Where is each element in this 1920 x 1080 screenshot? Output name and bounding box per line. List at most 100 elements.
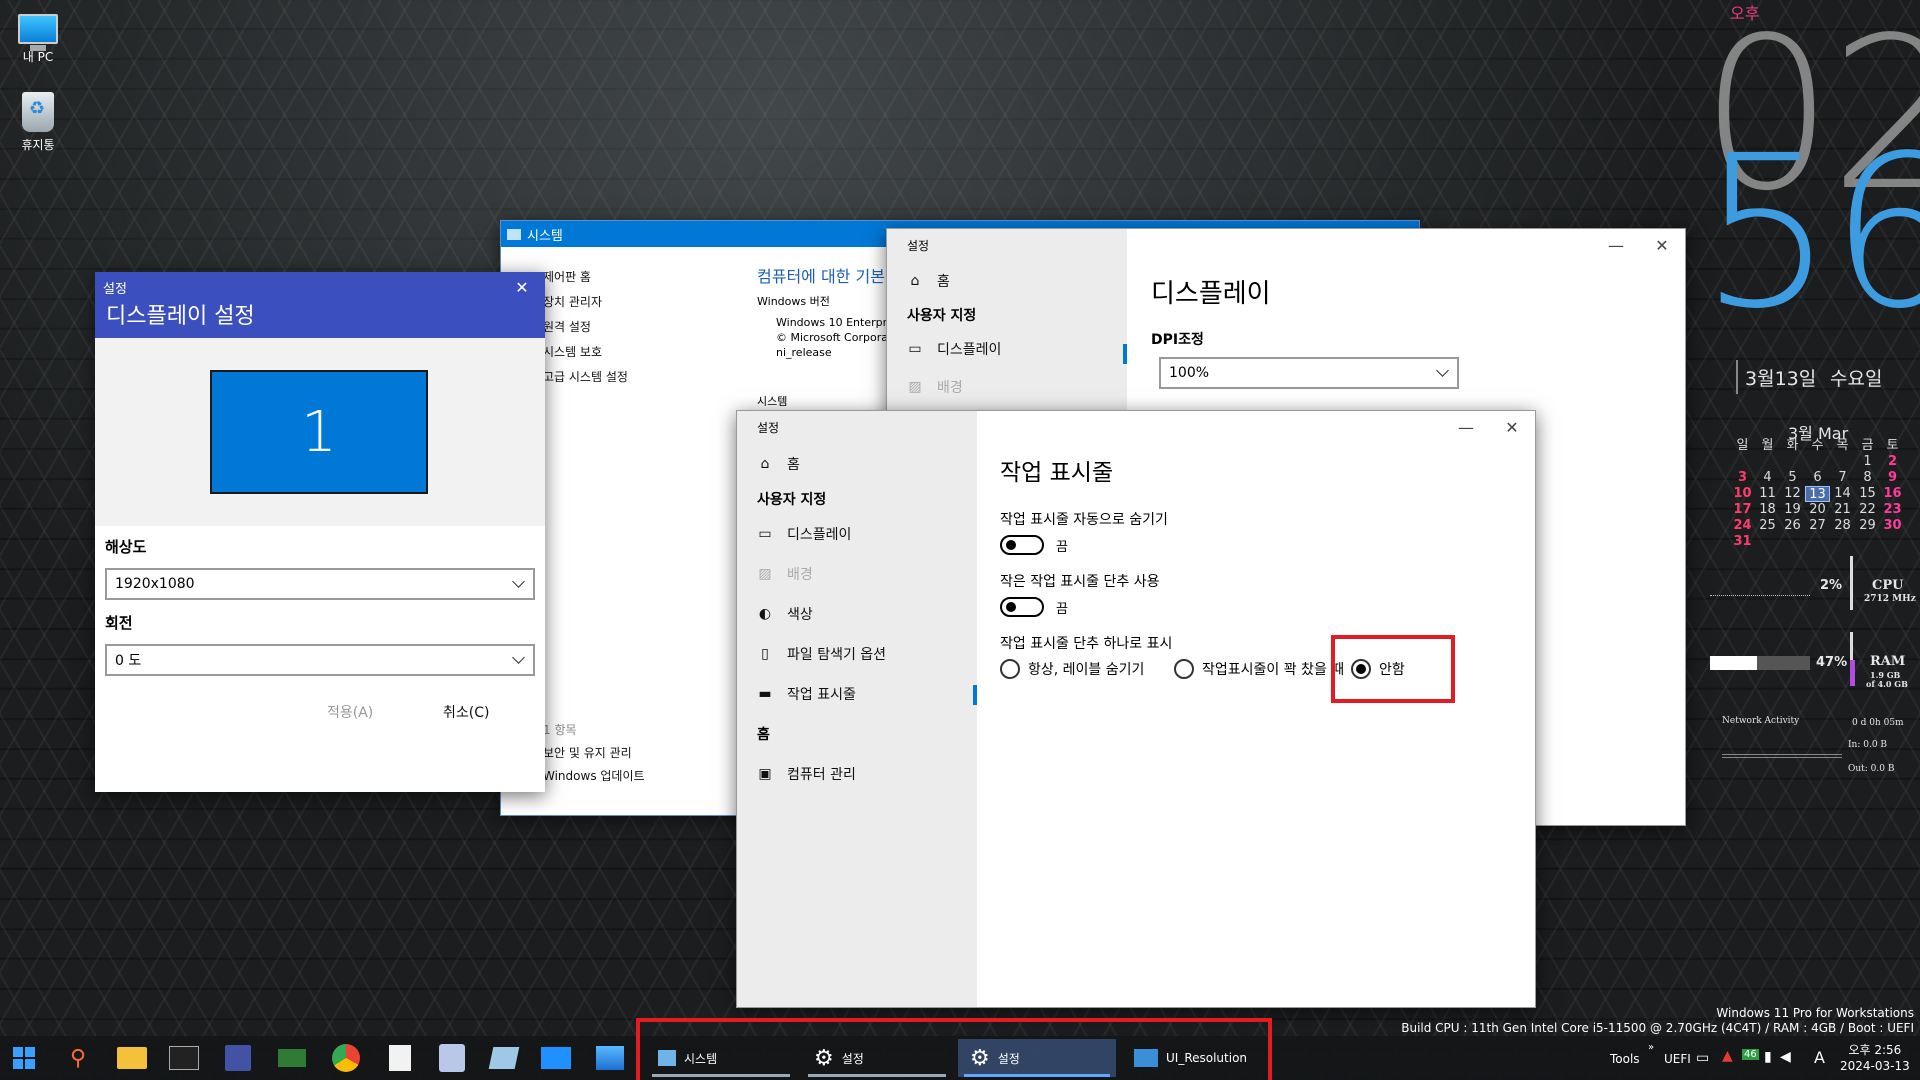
calendar-day[interactable]: 29: [1855, 518, 1880, 534]
tray-chevron-icon[interactable]: »: [1648, 1042, 1654, 1053]
calendar-day[interactable]: 3: [1730, 470, 1755, 486]
search-button[interactable]: ⚲: [62, 1042, 94, 1074]
app-button[interactable]: [540, 1042, 572, 1074]
rotation-dropdown[interactable]: 0 도: [105, 644, 535, 676]
system-nav-link[interactable]: 원격 설정: [543, 315, 628, 340]
app-button[interactable]: [384, 1042, 416, 1074]
uptime: 0 d 0h 05m: [1852, 718, 1904, 728]
calendar-day[interactable]: 31: [1730, 534, 1755, 550]
small-buttons-toggle[interactable]: [1000, 597, 1044, 617]
calendar-day[interactable]: 10: [1730, 486, 1755, 502]
volume-icon[interactable]: ◀: [1780, 1049, 1791, 1065]
system-nav-link[interactable]: 장치 관리자: [543, 290, 628, 315]
sidebar-item-background[interactable]: ▨ 배경: [737, 554, 977, 594]
calendar-grid: 일 월 화 수 목 금 토 1 2 3 4 5 6 7 8 9 10 11 12 13 14 15 16 17 18 19 20 21…: [1730, 438, 1905, 550]
minimize-button[interactable]: —: [1443, 411, 1489, 443]
sidebar-item-file-explorer-options[interactable]: ▯ 파일 탐색기 옵션: [737, 634, 977, 674]
calendar-day[interactable]: 14: [1830, 486, 1855, 502]
display-settings-dialog[interactable]: 설정 ✕ 디스플레이 설정 1 해상도 1920x1080 회전 0 도 적용(…: [95, 272, 545, 792]
desktop-icon-recycle-bin[interactable]: 휴지통: [0, 92, 76, 153]
app-button[interactable]: [488, 1042, 520, 1074]
tray-tools[interactable]: Tools: [1610, 1052, 1640, 1066]
close-button[interactable]: ✕: [499, 272, 545, 302]
calendar-day[interactable]: 18: [1755, 502, 1780, 518]
see-also-link[interactable]: Windows 업데이트: [543, 765, 645, 788]
net-in: In: 0.0 B: [1848, 740, 1888, 750]
calendar-day[interactable]: 12: [1780, 486, 1805, 502]
photos-button[interactable]: [594, 1042, 626, 1074]
autohide-toggle[interactable]: [1000, 535, 1044, 555]
see-also-link[interactable]: 보안 및 유지 관리: [543, 742, 645, 765]
input-language[interactable]: A: [1814, 1048, 1825, 1067]
calendar-day[interactable]: 25: [1755, 518, 1780, 534]
chrome-button[interactable]: [330, 1042, 362, 1074]
calendar-day[interactable]: 15: [1855, 486, 1880, 502]
file-explorer-button[interactable]: [116, 1042, 148, 1074]
sidebar-item-display[interactable]: ▭ 디스플레이: [737, 514, 977, 554]
calendar-day[interactable]: 23: [1880, 502, 1905, 518]
system-nav-link[interactable]: 시스템 보호: [543, 340, 628, 365]
calendar-day[interactable]: 16: [1880, 486, 1905, 502]
monitor-1[interactable]: 1: [210, 370, 428, 494]
dialog-heading: 디스플레이 설정: [95, 302, 545, 338]
dpi-dropdown[interactable]: 100%: [1159, 357, 1459, 389]
combine-option-always[interactable]: 항상, 레이블 숨기기: [1000, 659, 1144, 679]
sidebar-item-home[interactable]: ⌂ 홈: [737, 444, 977, 484]
calendar-day[interactable]: 6: [1805, 470, 1830, 486]
calendar-day[interactable]: 27: [1805, 518, 1830, 534]
network-icon[interactable]: ▭: [1696, 1050, 1709, 1066]
radio-button[interactable]: [1000, 659, 1020, 679]
calendar-day[interactable]: 28: [1830, 518, 1855, 534]
calendar-day[interactable]: 1: [1855, 454, 1880, 470]
sidebar-item-display[interactable]: ▭ 디스플레이: [887, 330, 1127, 368]
calendar-day[interactable]: 30: [1880, 518, 1905, 534]
sidebar-item-color[interactable]: ◐ 색상: [737, 594, 977, 634]
battery-icon[interactable]: ▮: [1764, 1049, 1772, 1065]
close-button[interactable]: ✕: [1489, 411, 1535, 443]
calendar-day[interactable]: 26: [1780, 518, 1805, 534]
close-button[interactable]: ✕: [1639, 229, 1685, 261]
calendar-day[interactable]: 13: [1805, 486, 1830, 502]
terminal-button[interactable]: [168, 1042, 200, 1074]
calendar-day[interactable]: 24: [1730, 518, 1755, 534]
calendar-day[interactable]: 2: [1880, 454, 1905, 470]
sidebar-item-background[interactable]: ▨ 배경: [887, 368, 1127, 406]
sidebar-item-computer-management[interactable]: ▣ 컴퓨터 관리: [737, 754, 977, 794]
calendar-day[interactable]: 20: [1805, 502, 1830, 518]
terminal-icon: [169, 1046, 199, 1070]
settings-taskbar-window[interactable]: 설정 ⌂ 홈 사용자 지정 ▭ 디스플레이 ▨ 배경 ◐ 색상 ▯ 파일 탐색기…: [736, 410, 1536, 1008]
sidebar-item-label: 컴퓨터 관리: [787, 767, 856, 783]
calendar-day[interactable]: 21: [1830, 502, 1855, 518]
ram-label: RAM: [1870, 654, 1906, 669]
status-icon[interactable]: 46: [1742, 1049, 1759, 1060]
close-icon: ✕: [515, 277, 529, 297]
calendar-day[interactable]: 17: [1730, 502, 1755, 518]
tray-clock[interactable]: 오후 2:56 2024-03-13: [1840, 1042, 1910, 1074]
calendar-day[interactable]: 9: [1880, 470, 1905, 486]
sidebar-item-home[interactable]: ⌂ 홈: [887, 262, 1127, 300]
calendar-day[interactable]: 7: [1830, 470, 1855, 486]
system-nav-link[interactable]: 제어판 홈: [543, 265, 628, 290]
calendar-day[interactable]: 5: [1780, 470, 1805, 486]
sidebar-item-taskbar[interactable]: ▬ 작업 표시줄: [737, 674, 977, 714]
apply-button[interactable]: 적용(A): [327, 702, 373, 722]
radio-button[interactable]: [1174, 659, 1194, 679]
calendar-weekday: 일: [1736, 438, 1749, 453]
calendar-day[interactable]: 4: [1755, 470, 1780, 486]
app-button[interactable]: [436, 1042, 468, 1074]
start-button[interactable]: [8, 1042, 40, 1074]
hardware-app-button[interactable]: [276, 1042, 308, 1074]
dialog-titlebar[interactable]: 설정: [95, 272, 545, 302]
calendar-day[interactable]: 19: [1780, 502, 1805, 518]
cancel-button[interactable]: 취소(C): [443, 702, 489, 722]
calendar-day[interactable]: 8: [1855, 470, 1880, 486]
minimize-button[interactable]: —: [1593, 229, 1639, 261]
system-nav-link[interactable]: 고급 시스템 설정: [543, 365, 628, 390]
calendar-day[interactable]: 22: [1855, 502, 1880, 518]
combine-option-when-full[interactable]: 작업표시줄이 꽉 찼을 때: [1174, 659, 1344, 679]
resolution-dropdown[interactable]: 1920x1080: [105, 568, 535, 600]
save-app-button[interactable]: [222, 1042, 254, 1074]
antivirus-icon[interactable]: ▲: [1722, 1048, 1733, 1064]
calendar-day[interactable]: 11: [1755, 486, 1780, 502]
desktop-icon-this-pc[interactable]: 내 PC: [0, 8, 76, 65]
